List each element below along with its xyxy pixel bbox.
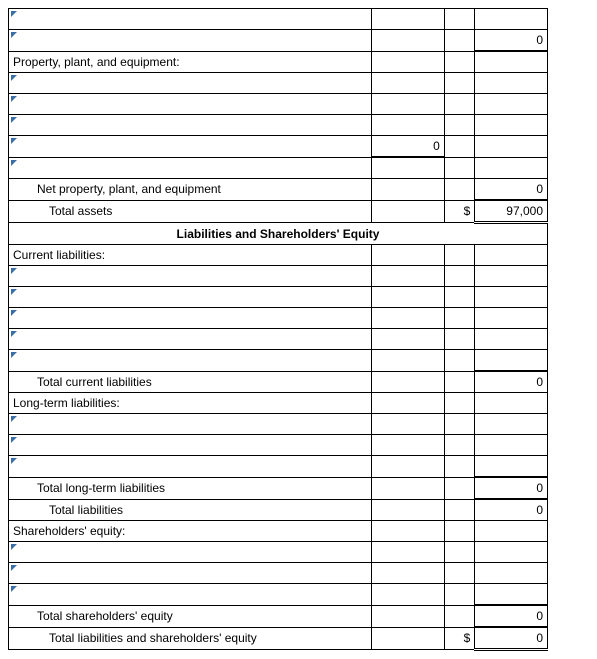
currency-cell: $ — [444, 627, 475, 650]
table-row — [9, 542, 548, 563]
table-row: Total liabilities 0 — [9, 499, 548, 521]
value-cell: 0 — [475, 499, 548, 521]
table-row — [9, 329, 548, 350]
input-cell[interactable] — [9, 308, 372, 329]
value-cell: 0 — [475, 179, 548, 201]
table-row: 0 — [9, 30, 548, 52]
input-cell[interactable] — [9, 266, 372, 287]
table-row: Total assets $ 97,000 — [9, 200, 548, 223]
input-cell[interactable] — [9, 30, 372, 52]
table-row — [9, 115, 548, 136]
input-cell[interactable] — [9, 563, 372, 584]
table-row — [9, 157, 548, 179]
value-cell: 0 — [475, 477, 548, 499]
table-row — [9, 584, 548, 606]
table-row — [9, 456, 548, 478]
input-cell[interactable] — [9, 157, 372, 179]
net-ppe-label: Net property, plant, and equipment — [9, 179, 372, 201]
lt-liab-label: Long-term liabilities: — [9, 393, 372, 414]
input-cell[interactable] — [9, 115, 372, 136]
table-row: Total long-term liabilities 0 — [9, 477, 548, 499]
table-row: Property, plant, and equipment: — [9, 51, 548, 73]
table-row — [9, 287, 548, 308]
table-row: Net property, plant, and equipment 0 — [9, 179, 548, 201]
table-row — [9, 9, 548, 30]
table-row — [9, 414, 548, 435]
total-lt-liab-label: Total long-term liabilities — [9, 477, 372, 499]
table-row: Current liabilities: — [9, 245, 548, 266]
input-cell[interactable] — [9, 136, 372, 158]
input-cell[interactable] — [9, 456, 372, 478]
total-liab-se-label: Total liabilities and shareholders' equi… — [9, 627, 372, 650]
table-row: Shareholders' equity: — [9, 521, 548, 542]
table-row — [9, 94, 548, 115]
table-row: 0 — [9, 136, 548, 158]
input-cell[interactable] — [9, 542, 372, 563]
se-label: Shareholders' equity: — [9, 521, 372, 542]
table-row: Liabilities and Shareholders' Equity — [9, 223, 548, 245]
table-row — [9, 350, 548, 372]
input-cell[interactable] — [9, 73, 372, 94]
input-cell[interactable] — [9, 287, 372, 308]
input-cell[interactable] — [9, 414, 372, 435]
value-cell: 0 — [372, 136, 445, 158]
table-row: Total shareholders' equity 0 — [9, 605, 548, 627]
table-row: Total liabilities and shareholders' equi… — [9, 627, 548, 650]
total-se-label: Total shareholders' equity — [9, 605, 372, 627]
table-row — [9, 266, 548, 287]
value-cell: 0 — [475, 627, 548, 650]
table-row: Long-term liabilities: — [9, 393, 548, 414]
input-cell[interactable] — [9, 329, 372, 350]
total-assets-value: 97,000 — [475, 200, 548, 223]
table-row — [9, 563, 548, 584]
table-row — [9, 435, 548, 456]
value-cell: 0 — [475, 371, 548, 393]
input-cell[interactable] — [9, 94, 372, 115]
ppe-label: Property, plant, and equipment: — [9, 51, 372, 73]
value-cell: 0 — [475, 605, 548, 627]
total-liab-label: Total liabilities — [9, 499, 372, 521]
input-cell[interactable] — [9, 435, 372, 456]
currency-cell: $ — [444, 200, 475, 223]
current-liab-label: Current liabilities: — [9, 245, 372, 266]
value-cell: 0 — [475, 30, 548, 52]
total-current-liab-label: Total current liabilities — [9, 371, 372, 393]
input-cell[interactable] — [9, 584, 372, 606]
table-row: Total current liabilities 0 — [9, 371, 548, 393]
input-cell[interactable] — [9, 350, 372, 372]
total-assets-label: Total assets — [9, 200, 372, 223]
table-row — [9, 308, 548, 329]
balance-sheet-table: 0 Property, plant, and equipment: 0 — [8, 8, 548, 651]
input-cell[interactable] — [9, 9, 372, 30]
liab-se-header: Liabilities and Shareholders' Equity — [9, 223, 548, 245]
table-row — [9, 73, 548, 94]
